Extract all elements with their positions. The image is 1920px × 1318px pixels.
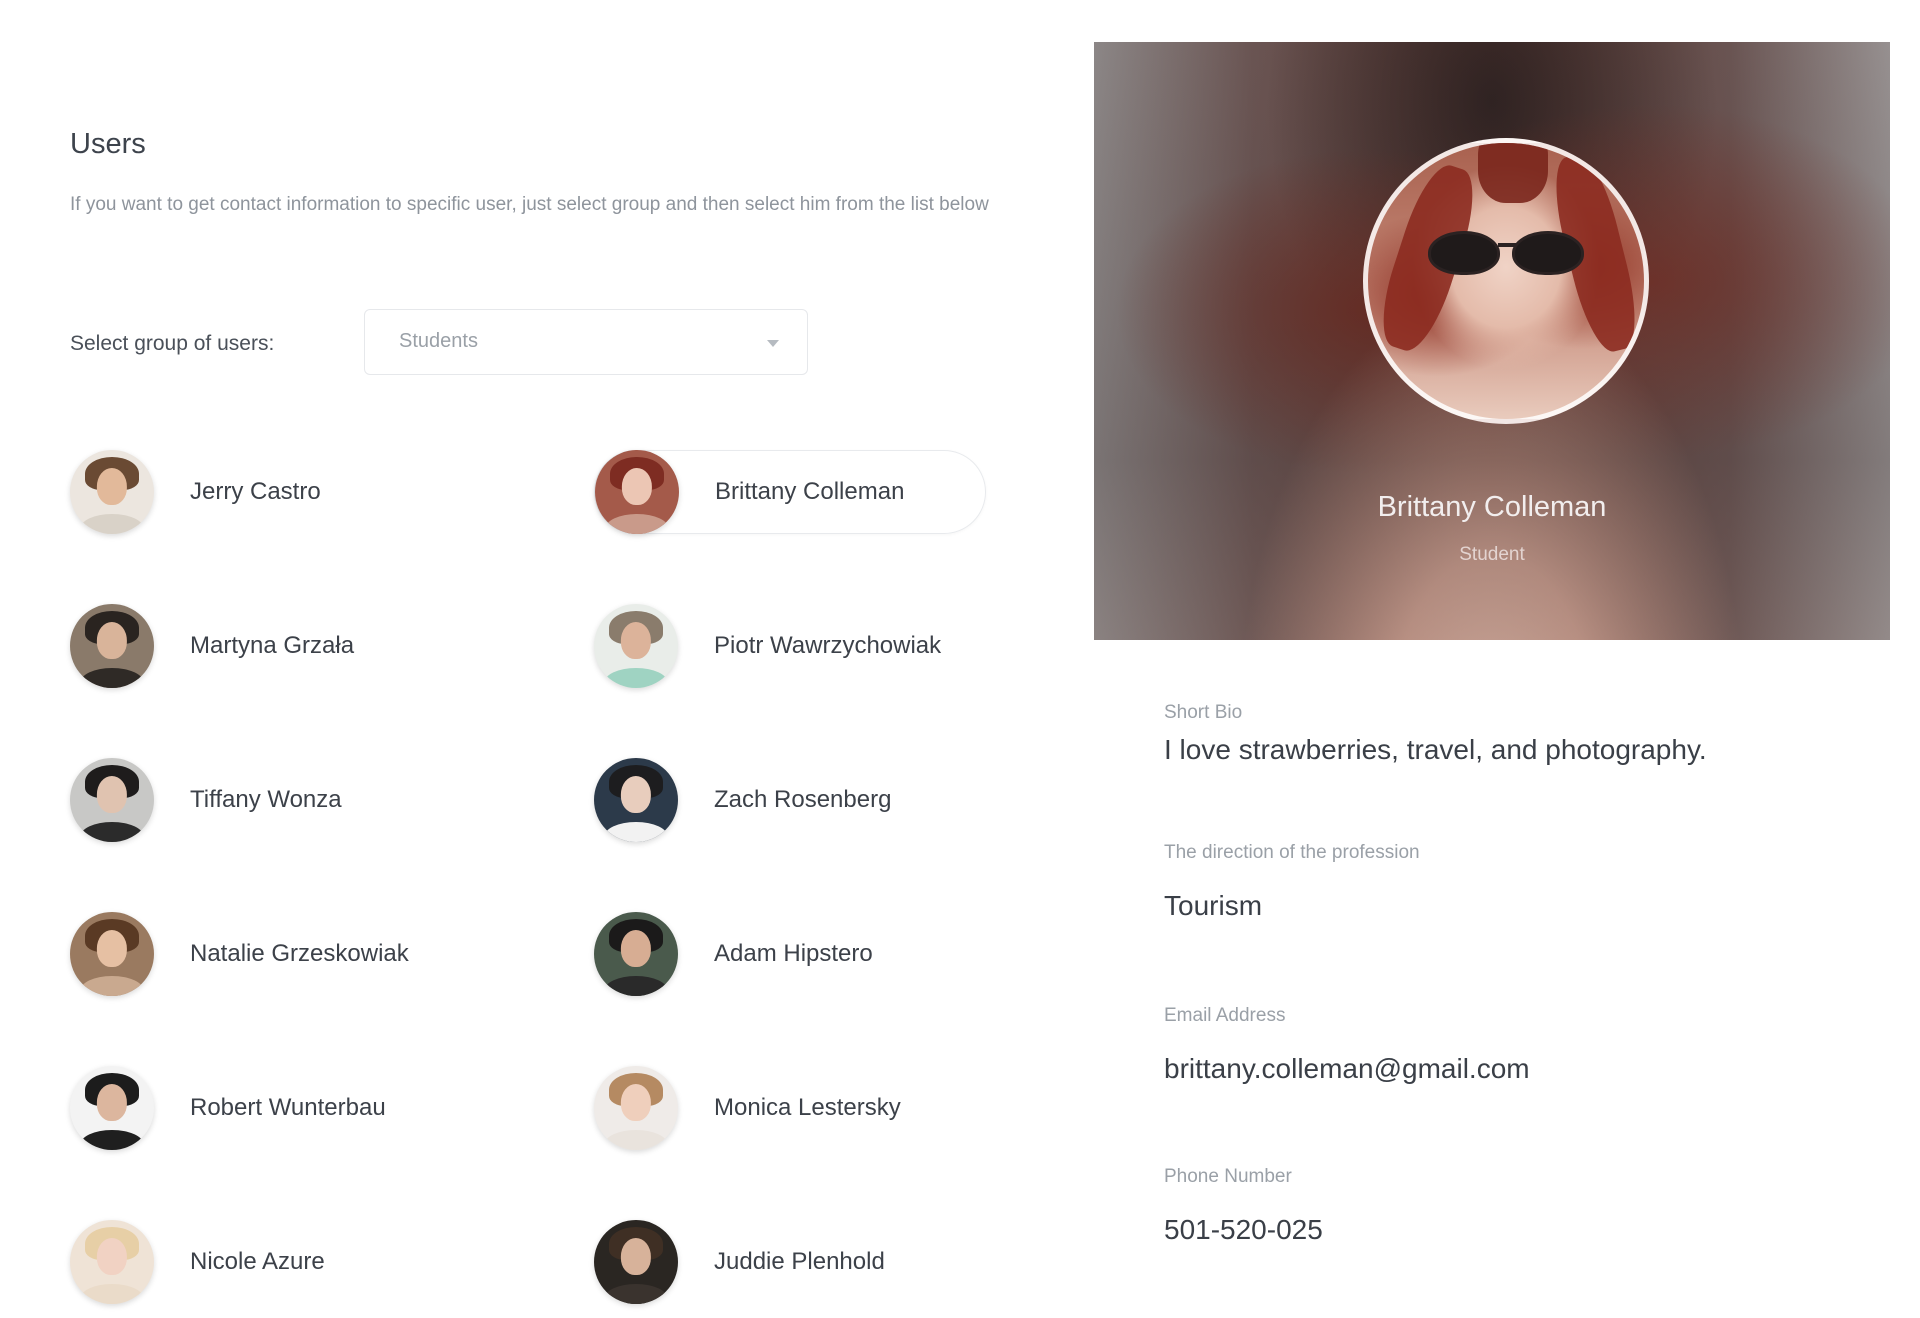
avatar [595, 450, 679, 534]
user-list-item[interactable]: Juddie Plenhold [594, 1220, 984, 1304]
users-panel: Users If you want to get contact informa… [70, 0, 1000, 1318]
user-list-item[interactable]: Monica Lestersky [594, 1066, 984, 1150]
phone-section: Phone Number 501-520-025 [1164, 1166, 1323, 1246]
avatar [70, 450, 154, 534]
email-value[interactable]: brittany.colleman@gmail.com [1164, 1053, 1530, 1085]
group-select-label: Select group of users: [70, 332, 275, 355]
user-list-item-selected[interactable]: Brittany Colleman [594, 450, 986, 534]
user-name: Zach Rosenberg [714, 786, 892, 813]
avatar [70, 912, 154, 996]
user-name: Natalie Grzeskowiak [190, 940, 409, 967]
avatar [70, 1220, 154, 1304]
user-list-item[interactable]: Robert Wunterbau [70, 1066, 460, 1150]
chevron-down-icon[interactable] [767, 340, 779, 347]
user-name: Robert Wunterbau [190, 1094, 386, 1121]
group-select-value: Students [399, 330, 478, 352]
user-list-item[interactable]: Adam Hipstero [594, 912, 984, 996]
email-label: Email Address [1164, 1005, 1286, 1026]
user-name: Tiffany Wonza [190, 786, 342, 813]
bio-section: Short Bio I love strawberries, travel, a… [1164, 702, 1707, 766]
profile-avatar [1363, 138, 1649, 424]
sunglasses-icon [1420, 231, 1592, 275]
user-list-item[interactable]: Martyna Grzała [70, 604, 460, 688]
profession-value: Tourism [1164, 890, 1263, 921]
user-list-item[interactable]: Nicole Azure [70, 1220, 460, 1304]
user-name: Adam Hipstero [714, 940, 873, 967]
page-title: Users [70, 128, 146, 160]
avatar [594, 758, 678, 842]
avatar [594, 1220, 678, 1304]
profile-cover-image: Brittany Colleman Student [1094, 42, 1890, 640]
user-name: Nicole Azure [190, 1248, 325, 1275]
email-section: Email Address brittany.colleman@gmail.co… [1164, 1005, 1530, 1085]
phone-value[interactable]: 501-520-025 [1164, 1214, 1323, 1246]
avatar [594, 604, 678, 688]
users-page: Users If you want to get contact informa… [0, 0, 1920, 1318]
user-list-item[interactable]: Tiffany Wonza [70, 758, 460, 842]
profession-label: The direction of the profession [1164, 842, 1420, 863]
avatar [594, 1066, 678, 1150]
bio-label: Short Bio [1164, 702, 1243, 723]
user-name: Juddie Plenhold [714, 1248, 885, 1275]
profile-name: Brittany Colleman [1377, 491, 1607, 523]
user-list-item[interactable]: Natalie Grzeskowiak [70, 912, 460, 996]
phone-label: Phone Number [1164, 1166, 1292, 1187]
user-list-item[interactable]: Jerry Castro [70, 450, 460, 534]
profile-role: Student [1459, 544, 1525, 565]
user-list-item[interactable]: Piotr Wawrzychowiak [594, 604, 984, 688]
profile-panel: Brittany Colleman Student Short Bio I lo… [1094, 42, 1890, 1272]
user-name: Martyna Grzała [190, 632, 355, 659]
profession-section: The direction of the profession Tourism [1164, 842, 1420, 922]
bio-value: I love strawberries, travel, and photogr… [1164, 734, 1707, 765]
user-list-item[interactable]: Zach Rosenberg [594, 758, 984, 842]
user-name: Jerry Castro [190, 478, 321, 505]
group-select[interactable]: Students [364, 309, 808, 375]
avatar [594, 912, 678, 996]
avatar [70, 604, 154, 688]
page-description: If you want to get contact information t… [70, 194, 989, 215]
user-name: Monica Lestersky [714, 1094, 901, 1121]
user-name: Piotr Wawrzychowiak [714, 632, 942, 659]
avatar [70, 758, 154, 842]
user-name: Brittany Colleman [715, 478, 905, 505]
avatar [70, 1066, 154, 1150]
